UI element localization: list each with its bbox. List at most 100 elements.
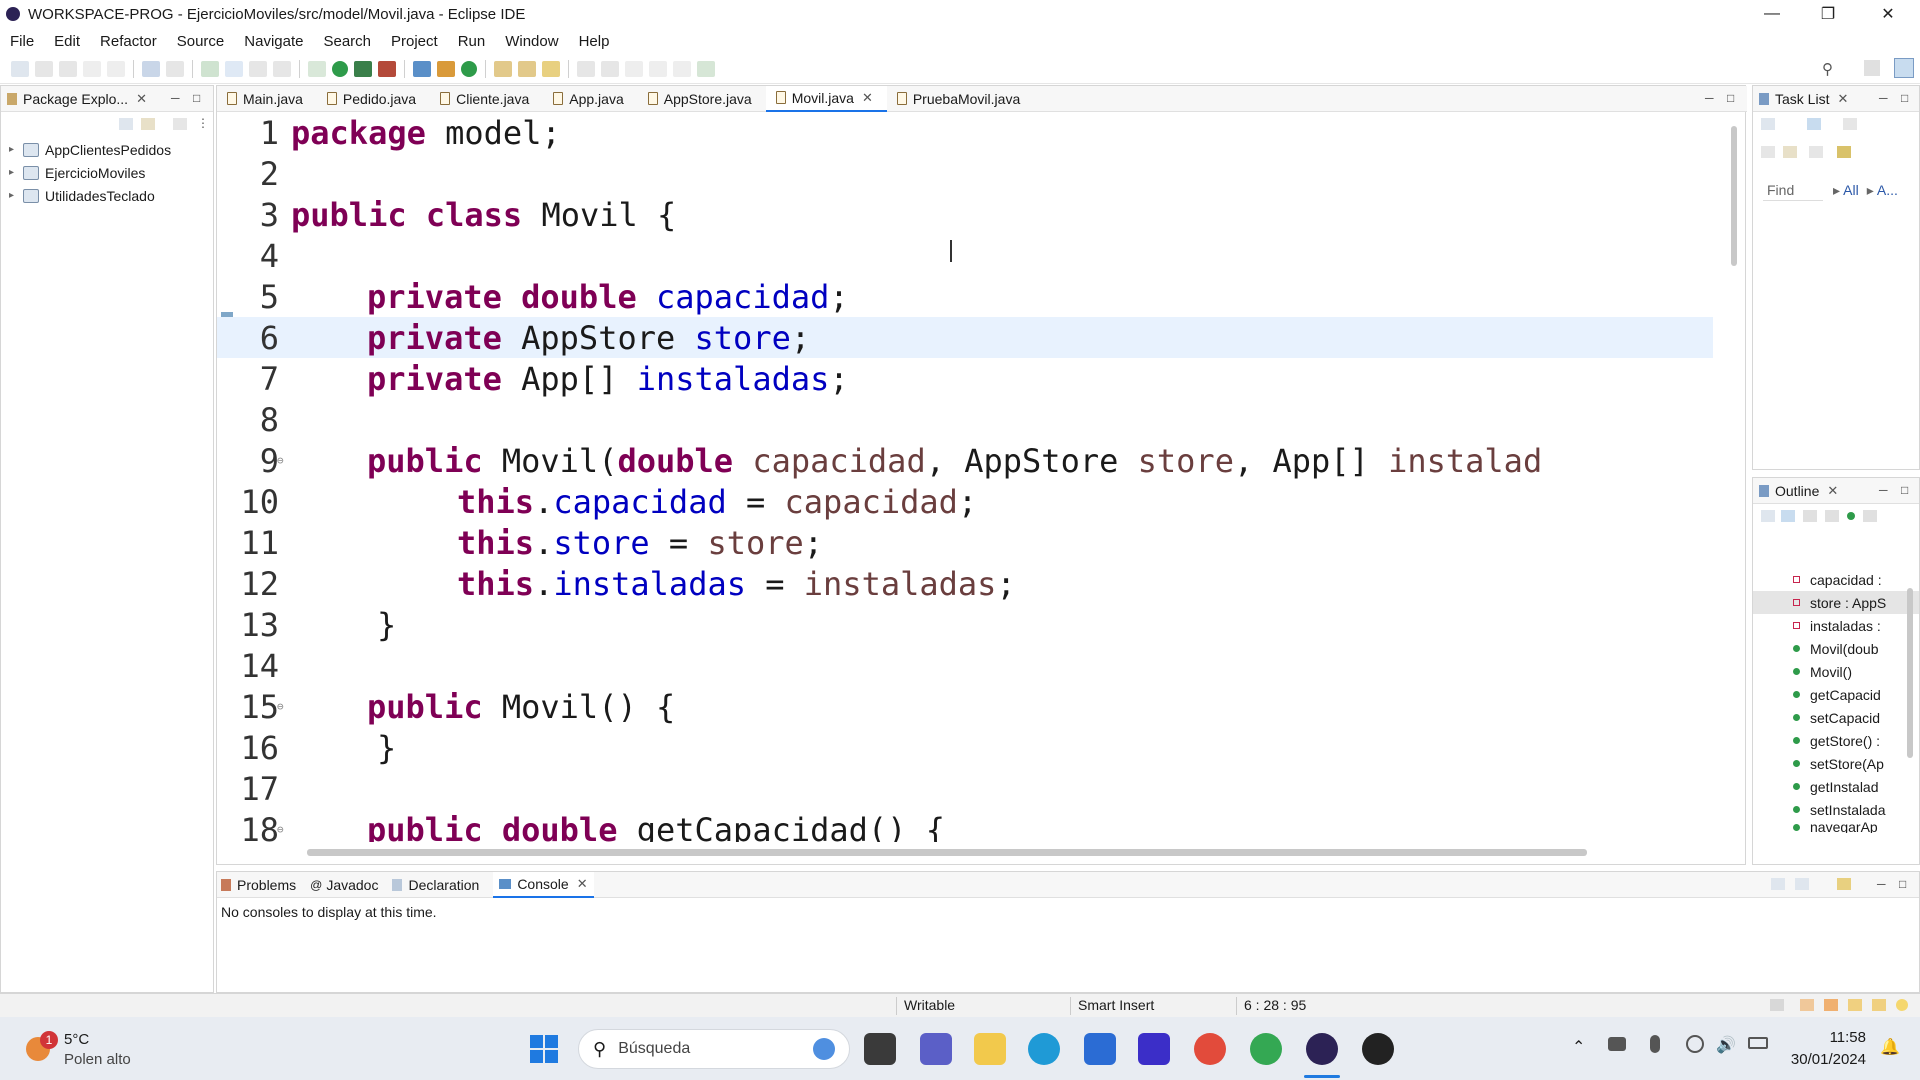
fold-icon[interactable]: ⊖: [277, 823, 284, 836]
chevron-right-icon[interactable]: ▸: [9, 167, 23, 178]
menu-search[interactable]: Search: [323, 33, 371, 50]
focus-icon[interactable]: [1783, 146, 1797, 158]
back-icon[interactable]: [649, 60, 667, 77]
start-button[interactable]: [528, 1033, 560, 1065]
close-icon[interactable]: ✕: [1837, 91, 1848, 107]
weather-widget[interactable]: 1: [22, 1031, 58, 1067]
teams-icon[interactable]: [920, 1033, 952, 1065]
chrome-icon[interactable]: [1194, 1033, 1226, 1065]
editor-tab-cliente[interactable]: Cliente.java: [430, 86, 543, 112]
search-tool-icon[interactable]: [542, 60, 560, 77]
store-icon[interactable]: [1084, 1033, 1116, 1065]
open-console-icon[interactable]: [1837, 878, 1851, 890]
maximize-icon[interactable]: □: [1901, 483, 1908, 497]
edge-icon[interactable]: [1028, 1033, 1060, 1065]
outline-scrollbar[interactable]: [1907, 588, 1913, 758]
eclipse-taskbar-icon[interactable]: [1306, 1033, 1338, 1065]
volume-icon[interactable]: 🔊: [1716, 1035, 1736, 1055]
outline-item[interactable]: setInstalada: [1753, 798, 1919, 821]
filter-icon[interactable]: [173, 118, 187, 130]
new-icon[interactable]: [11, 60, 29, 77]
categorized-icon[interactable]: [1807, 118, 1821, 130]
close-window-button[interactable]: ✕: [1860, 0, 1916, 28]
onedrive-icon[interactable]: [1608, 1037, 1626, 1051]
hide-fields-icon[interactable]: [1803, 510, 1817, 522]
collapse-all-icon[interactable]: [1809, 146, 1823, 158]
external-tools-icon[interactable]: [378, 60, 396, 77]
pin-console-icon[interactable]: [1771, 878, 1785, 890]
outline-item[interactable]: capacidad :: [1753, 568, 1919, 591]
outline-item[interactable]: getCapacid: [1753, 683, 1919, 706]
project-item[interactable]: ▸ EjercicioMoviles: [1, 161, 213, 184]
clock-time[interactable]: 11:58: [1806, 1029, 1866, 1046]
terminal-icon[interactable]: [142, 60, 160, 77]
menu-source[interactable]: Source: [177, 33, 225, 50]
forward-icon[interactable]: [673, 60, 691, 77]
task-view-icon[interactable]: [864, 1033, 896, 1065]
outline-item[interactable]: Movil(): [1753, 660, 1919, 683]
menu-refactor[interactable]: Refactor: [100, 33, 157, 50]
outline-item[interactable]: Movil(doub: [1753, 637, 1919, 660]
new-java-project-icon[interactable]: [413, 60, 431, 77]
status-tool-icon[interactable]: [1848, 999, 1862, 1011]
editor-tab-appstore[interactable]: AppStore.java: [638, 86, 766, 112]
outline-item[interactable]: setCapacid: [1753, 706, 1919, 729]
redo-icon[interactable]: [107, 60, 125, 77]
menu-file[interactable]: File: [10, 33, 34, 50]
close-icon[interactable]: ✕: [136, 91, 147, 107]
next-annotation-icon[interactable]: [577, 60, 595, 77]
view-menu-icon[interactable]: ⋮: [197, 116, 209, 130]
maximize-icon[interactable]: □: [1727, 91, 1734, 105]
coverage-icon[interactable]: [354, 60, 372, 77]
skip-breakpoints-icon[interactable]: [166, 60, 184, 77]
close-icon[interactable]: ✕: [1827, 483, 1838, 499]
tip-icon[interactable]: [1896, 999, 1908, 1011]
task-list-tab[interactable]: Task List: [1775, 91, 1829, 107]
minimize-icon[interactable]: ─: [1879, 483, 1888, 497]
editor-tab-pruebamovil[interactable]: PruebaMovil.java: [887, 86, 1034, 112]
chevron-right-icon[interactable]: ▸: [9, 190, 23, 201]
maximize-icon[interactable]: □: [193, 91, 200, 105]
collapse-all-icon[interactable]: [119, 118, 133, 130]
tab-javadoc[interactable]: @ Javadoc: [310, 877, 378, 893]
editor-tab-pedido[interactable]: Pedido.java: [317, 86, 430, 112]
editor-tab-movil[interactable]: Movil.java ✕: [765, 85, 887, 112]
code-area[interactable]: 1 package model; 2 3 public class Movil …: [217, 112, 1713, 842]
pin-icon[interactable]: [201, 60, 219, 77]
perspective-icon[interactable]: [1864, 60, 1880, 76]
find-input[interactable]: Find: [1763, 180, 1823, 201]
new-class-icon[interactable]: [461, 60, 477, 77]
new-package-icon[interactable]: [437, 60, 455, 77]
chevron-right-icon[interactable]: ▸: [9, 144, 23, 155]
close-icon[interactable]: ✕: [577, 876, 588, 892]
new-task-icon[interactable]: [1761, 118, 1775, 130]
clock-date[interactable]: 30/01/2024: [1784, 1051, 1866, 1068]
file-explorer-icon[interactable]: [974, 1033, 1006, 1065]
all-filter-link[interactable]: ▸ All: [1833, 182, 1859, 199]
display-console-icon[interactable]: [1795, 878, 1809, 890]
outline-tab[interactable]: Outline: [1775, 483, 1819, 499]
recorder-icon[interactable]: [1362, 1033, 1394, 1065]
search-icon[interactable]: ⚲: [1822, 60, 1833, 78]
java-perspective-icon[interactable]: [1894, 58, 1914, 78]
hide-static-icon[interactable]: [1825, 510, 1839, 522]
outline-item[interactable]: setStore(Ap: [1753, 752, 1919, 775]
run-icon[interactable]: [332, 60, 348, 77]
last-edit-icon[interactable]: [625, 60, 643, 77]
outline-item[interactable]: navegarAp: [1753, 821, 1919, 833]
notifications-icon[interactable]: 🔔: [1880, 1037, 1900, 1057]
horizontal-scrollbar[interactable]: [307, 849, 1587, 856]
editor-tab-main[interactable]: Main.java: [217, 86, 317, 112]
editor-tab-app[interactable]: App.java: [543, 86, 637, 112]
outline-item[interactable]: getInstalad: [1753, 775, 1919, 798]
chrome-profile-icon[interactable]: [1250, 1033, 1282, 1065]
tab-console[interactable]: Console ✕: [493, 871, 594, 898]
toggle-highlight-icon[interactable]: [249, 60, 267, 77]
app-icon[interactable]: [1138, 1033, 1170, 1065]
undo-icon[interactable]: [83, 60, 101, 77]
maximize-icon[interactable]: □: [1901, 91, 1908, 105]
status-tool-icon[interactable]: [1800, 999, 1814, 1011]
vertical-scrollbar[interactable]: [1731, 126, 1737, 266]
outline-item[interactable]: getStore() :: [1753, 729, 1919, 752]
open-perspective-icon[interactable]: [697, 60, 715, 77]
